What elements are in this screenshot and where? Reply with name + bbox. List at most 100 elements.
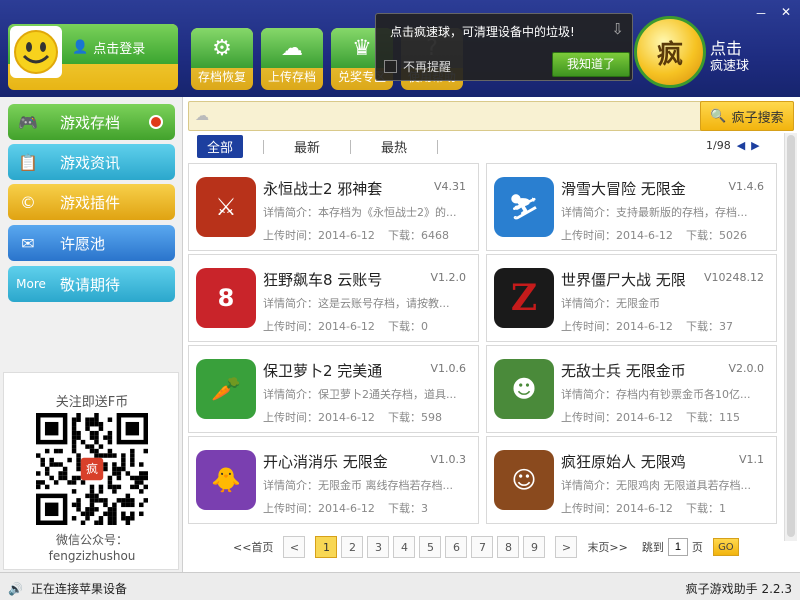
game-card[interactable]: ☺ 疯狂原始人 无限鸡 V1.1 详情简介：无限鸡肉 无限道具若存档... 上传… bbox=[486, 436, 777, 524]
minimize-button[interactable]: － bbox=[755, 5, 767, 22]
cloud-icon: ☁ bbox=[195, 108, 209, 124]
prev-page-arrow-icon[interactable]: ◀ bbox=[737, 139, 745, 152]
gamepad-icon: 🎮 bbox=[18, 112, 38, 132]
sidebar-item-game-news[interactable]: 📋 游戏资讯 bbox=[8, 144, 175, 180]
page-count: 1/98 bbox=[706, 139, 731, 152]
close-button[interactable]: ✕ bbox=[781, 5, 791, 19]
scrollbar-thumb[interactable] bbox=[787, 135, 795, 537]
page-button-2[interactable]: 2 bbox=[341, 536, 364, 558]
qr-code-icon: 疯 bbox=[36, 413, 148, 525]
page-button-1[interactable]: 1 bbox=[315, 536, 338, 558]
speed-ball-caption-1: 点击 bbox=[710, 39, 743, 58]
last-page-link[interactable]: 末页>> bbox=[587, 539, 627, 555]
next-page-arrow-icon[interactable]: ▶ bbox=[751, 139, 759, 152]
upload-time: 上传时间：2014-6-12 bbox=[263, 320, 375, 333]
sidebar: 🎮 游戏存档 📋 游戏资讯 © 游戏插件 ✉ 许愿池 More 敬请期待 关注即… bbox=[0, 97, 183, 572]
speed-ball-caption[interactable]: 点击 疯速球 bbox=[710, 40, 749, 76]
game-version: V1.1 bbox=[738, 453, 764, 466]
login-panel[interactable]: 👤 点击登录 bbox=[8, 24, 178, 90]
game-card[interactable]: 🥕 保卫萝卜2 完美通 V1.0.6 详情简介：保卫萝卜2通关存档，道具... … bbox=[188, 345, 479, 433]
toolbar-upload-save-button[interactable]: ☁ 上传存档 bbox=[261, 28, 323, 90]
game-card[interactable]: Z 世界僵尸大战 无限 V10248.12 详情简介：无限金币 上传时间：201… bbox=[486, 254, 777, 342]
game-description: 详情简介：本存档为《永恒战士2》的... bbox=[263, 206, 457, 219]
app-header: 👤 点击登录 ⚙ 存档恢复 ☁ 上传存档 ♛ 兑奖专区 ? 使用帮助 点击疯速球… bbox=[0, 0, 800, 97]
game-name: 无敌士兵 无限金币 bbox=[561, 362, 686, 380]
speed-ball-button[interactable]: 疯 bbox=[634, 16, 706, 88]
tab-hottest[interactable]: 最热 bbox=[371, 135, 417, 158]
sidebar-item-wish-pool[interactable]: ✉ 许愿池 bbox=[8, 225, 175, 261]
page-button-7[interactable]: 7 bbox=[471, 536, 494, 558]
tooltip-message: 点击疯速球，可清理设备中的垃圾! bbox=[390, 25, 575, 39]
download-count: 下载：598 bbox=[388, 411, 442, 424]
svg-text:疯: 疯 bbox=[86, 461, 98, 476]
game-card[interactable]: 🐥 开心消消乐 无限金 V1.0.3 详情简介：无限金币 离线存档若存档... … bbox=[188, 436, 479, 524]
game-card[interactable]: 8 狂野飙车8 云账号 V1.2.0 详情简介：这是云账号存档，请按教... 上… bbox=[188, 254, 479, 342]
game-icon: 🥕 bbox=[196, 359, 256, 419]
tooltip-ok-button[interactable]: 我知道了 bbox=[552, 52, 630, 77]
sidebar-item-game-plugins[interactable]: © 游戏插件 bbox=[8, 184, 175, 220]
game-version: V10248.12 bbox=[703, 271, 764, 284]
page-button-6[interactable]: 6 bbox=[445, 536, 468, 558]
toolbar-restore-save-button[interactable]: ⚙ 存档恢复 bbox=[191, 28, 253, 90]
next-page-button[interactable]: > bbox=[555, 536, 578, 558]
page-button-3[interactable]: 3 bbox=[367, 536, 390, 558]
search-button[interactable]: 🔍 疯子搜索 bbox=[700, 101, 794, 131]
page-button-9[interactable]: 9 bbox=[523, 536, 546, 558]
smiley-logo-icon bbox=[10, 26, 62, 78]
page-button-4[interactable]: 4 bbox=[393, 536, 416, 558]
download-count: 下载：37 bbox=[686, 320, 733, 333]
game-card[interactable]: ☻ 无敌士兵 无限金币 V2.0.0 详情简介：存档内有钞票金币各10亿... … bbox=[486, 345, 777, 433]
download-count: 下载：1 bbox=[686, 502, 726, 515]
sidebar-item-game-saves[interactable]: 🎮 游戏存档 bbox=[8, 104, 175, 140]
game-name: 开心消消乐 无限金 bbox=[263, 453, 388, 471]
game-name: 狂野飙车8 云账号 bbox=[263, 271, 383, 289]
page-unit-label: 页 bbox=[691, 541, 703, 554]
plugin-icon: © bbox=[20, 192, 36, 212]
no-remind-checkbox[interactable]: 不再提醒 bbox=[384, 58, 451, 75]
page-button-5[interactable]: 5 bbox=[419, 536, 442, 558]
tab-newest[interactable]: 最新 bbox=[284, 135, 330, 158]
upload-time: 上传时间：2014-6-12 bbox=[263, 411, 375, 424]
game-description: 详情简介：支持最新版的存档，存档... bbox=[561, 206, 748, 219]
tab-all[interactable]: 全部 bbox=[197, 135, 244, 158]
status-message: 正在连接苹果设备 bbox=[30, 582, 127, 596]
toolbar-label: 上传存档 bbox=[267, 70, 316, 84]
game-card[interactable]: ⚔ 永恒战士2 邪神套 V4.31 详情简介：本存档为《永恒战士2》的... 上… bbox=[188, 163, 479, 251]
status-left: 🔊 正在连接苹果设备 bbox=[8, 580, 127, 597]
game-icon: ⚔ bbox=[196, 177, 256, 237]
upload-time: 上传时间：2014-6-12 bbox=[263, 502, 375, 515]
game-save-list: ⚔ 永恒战士2 邪神套 V4.31 详情简介：本存档为《永恒战士2》的... 上… bbox=[188, 163, 783, 538]
game-icon: 8 bbox=[196, 268, 256, 328]
vertical-scrollbar[interactable] bbox=[784, 133, 797, 541]
game-name: 滑雪大冒险 无限金 bbox=[561, 180, 686, 198]
game-description: 详情简介：保卫萝卜2通关存档，道具... bbox=[263, 388, 457, 401]
game-version: V1.2.0 bbox=[430, 271, 466, 284]
jump-label: 跳到 bbox=[641, 541, 664, 554]
game-description: 详情简介：无限金币 bbox=[561, 297, 660, 310]
game-icon: Z bbox=[494, 268, 554, 328]
active-indicator bbox=[149, 115, 163, 129]
sidebar-item-coming-soon[interactable]: More 敬请期待 bbox=[8, 266, 175, 302]
game-version: V1.0.3 bbox=[430, 453, 466, 466]
speed-ball-caption-2: 疯速球 bbox=[710, 59, 750, 74]
game-card[interactable]: ⛷ 滑雪大冒险 无限金 V1.4.6 详情简介：支持最新版的存档，存档... 上… bbox=[486, 163, 777, 251]
app-version: 疯子游戏助手 2.2.3 bbox=[685, 582, 792, 596]
jump-page-input[interactable] bbox=[667, 538, 688, 556]
download-count: 下载：115 bbox=[686, 411, 740, 424]
page-button-8[interactable]: 8 bbox=[497, 536, 520, 558]
upload-time: 上传时间：2014-6-12 bbox=[561, 411, 673, 424]
sidebar-item-label: 游戏插件 bbox=[60, 193, 121, 212]
go-button[interactable]: GO bbox=[712, 538, 739, 556]
first-page-link[interactable]: <<首页 bbox=[233, 539, 273, 555]
checkbox-box[interactable] bbox=[384, 60, 397, 73]
game-description: 详情简介：无限金币 离线存档若存档... bbox=[263, 479, 453, 492]
game-version: V2.0.0 bbox=[728, 362, 764, 375]
game-icon: ⛷ bbox=[494, 177, 554, 237]
no-remind-label: 不再提醒 bbox=[403, 60, 452, 74]
search-input[interactable] bbox=[217, 106, 687, 126]
wechat-qr-panel: 关注即送F币 疯 微信公众号： fengzizhushou bbox=[3, 372, 179, 570]
prev-page-button[interactable]: < bbox=[283, 536, 306, 558]
upload-time: 上传时间：2014-6-12 bbox=[561, 502, 673, 515]
game-icon: ☺ bbox=[494, 450, 554, 510]
login-link[interactable]: 👤 点击登录 bbox=[72, 38, 145, 57]
